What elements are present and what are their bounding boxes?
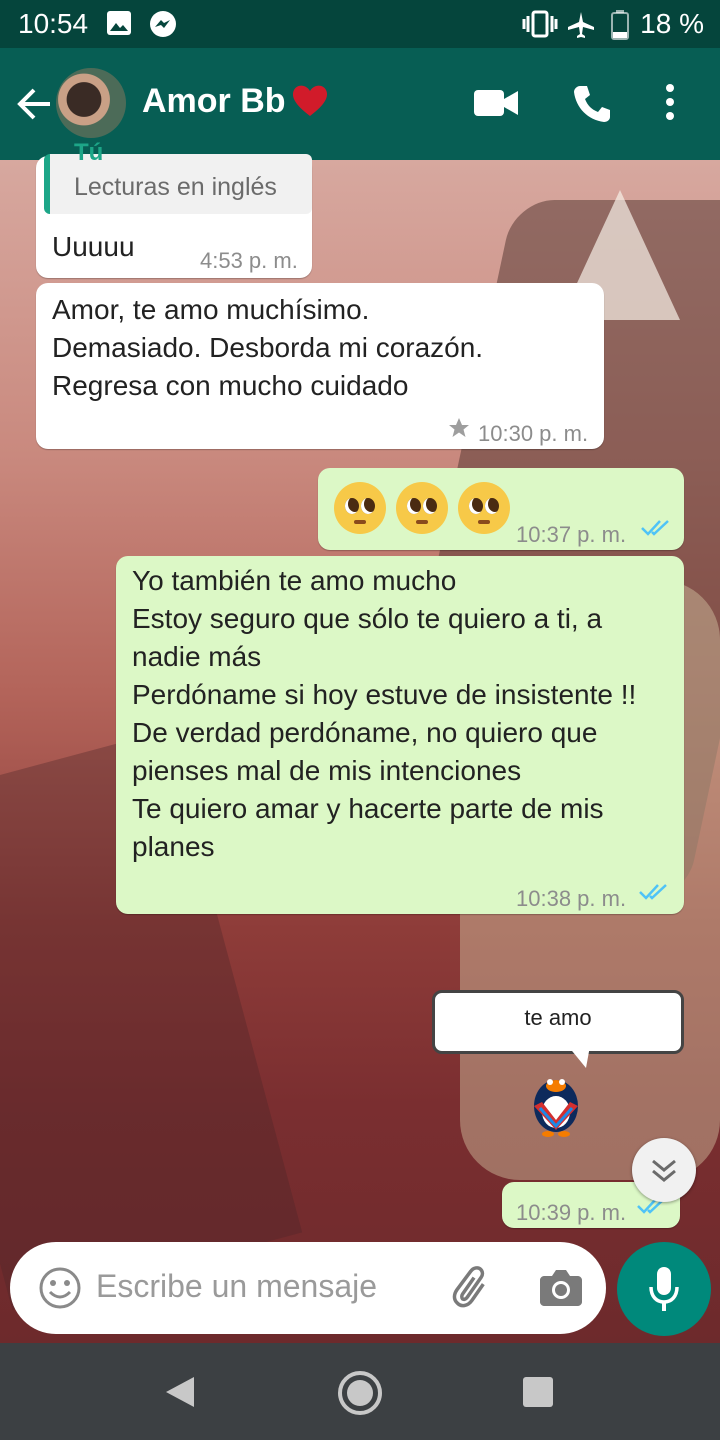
penguin-sticker-icon[interactable] (520, 1066, 592, 1138)
status-time: 10:54 (18, 8, 89, 39)
pleading-face-emoji (334, 482, 386, 534)
message-input-bar[interactable]: Escribe un mensaje (10, 1242, 606, 1334)
contact-name[interactable]: Amor Bb (142, 82, 286, 121)
message-input[interactable]: Escribe un mensaje (96, 1268, 377, 1305)
message-text: Yo también te amo mucho Estoy seguro que… (132, 565, 637, 862)
video-call-icon[interactable] (474, 88, 518, 118)
scroll-to-bottom-button[interactable] (632, 1138, 696, 1202)
mic-icon (649, 1267, 679, 1311)
message-time: 10:38 p. m. (516, 886, 627, 911)
read-ticks-icon (639, 884, 667, 900)
attach-icon[interactable] (450, 1266, 496, 1312)
phone-call-icon[interactable] (572, 84, 612, 124)
quoted-author: Tú (74, 139, 104, 166)
chat-header: Amor Bb (0, 48, 720, 160)
message-bubble-outgoing[interactable]: Yo también te amo mucho Estoy seguro que… (116, 556, 684, 914)
more-vert-icon[interactable] (664, 82, 676, 122)
heart-icon (292, 85, 328, 116)
quoted-message[interactable]: Tú Lecturas en inglés (44, 139, 312, 214)
message-time: 10:30 p. m. (478, 421, 589, 446)
message-bubble-incoming[interactable]: Amor, te amo muchísimo. Demasiado. Desbo… (36, 283, 604, 449)
image-icon (107, 11, 131, 35)
quoted-text: Lecturas en inglés (74, 173, 277, 201)
message-time: 10:37 p. m. (516, 522, 627, 547)
battery-icon (611, 10, 629, 40)
android-nav-bar (0, 1343, 720, 1440)
sticker-tail (568, 1046, 590, 1068)
message-time: 4:53 p. m. (200, 248, 298, 273)
message-time: 10:39 p. m. (516, 1200, 627, 1225)
chevron-double-down-icon (652, 1159, 676, 1182)
mic-button[interactable] (617, 1242, 711, 1336)
avatar[interactable] (56, 68, 126, 138)
pleading-face-emoji (457, 482, 510, 534)
message-bubble-outgoing[interactable]: 10:37 p. m. (318, 468, 684, 550)
sticker-speech-bubble[interactable]: te amo (432, 990, 684, 1054)
message-text: Amor, te amo muchísimo. Demasiado. Desbo… (52, 294, 484, 401)
message-bubble-incoming[interactable]: Tú Lecturas en inglés Uuuuu 4:53 p. m. (36, 139, 312, 278)
message-text: Uuuuu (52, 231, 135, 262)
recents-nav-icon[interactable] (522, 1376, 554, 1408)
home-nav-icon[interactable] (336, 1369, 384, 1417)
messenger-icon (150, 11, 176, 37)
read-ticks-icon (641, 520, 669, 536)
battery-percent: 18 % (640, 8, 704, 39)
back-arrow-icon[interactable] (14, 84, 54, 124)
vibrate-icon (522, 10, 558, 38)
emoji-icon[interactable] (38, 1266, 82, 1310)
emoji-row (334, 482, 512, 544)
airplane-icon (568, 12, 594, 38)
sticker-text: te amo (524, 1005, 592, 1030)
star-icon (449, 418, 469, 437)
status-bar: 10:54 18 % (0, 0, 720, 48)
camera-icon[interactable] (540, 1268, 582, 1306)
back-nav-icon[interactable] (164, 1375, 196, 1409)
pleading-face-emoji (395, 482, 448, 534)
